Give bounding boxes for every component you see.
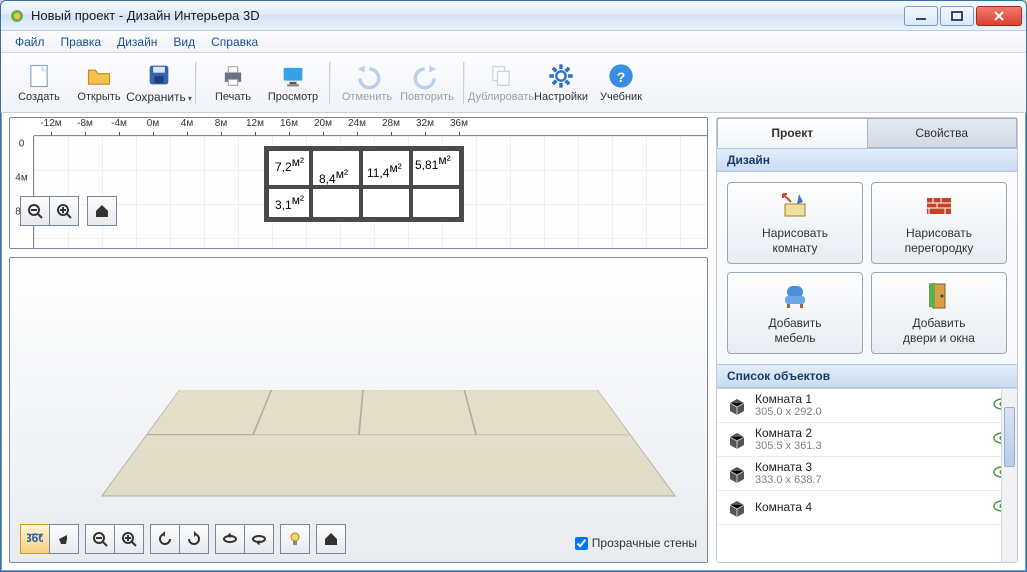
draw-partition-button[interactable]: Нарисоватьперегородку [871,182,1007,264]
tab-project[interactable]: Проект [717,118,868,148]
redo-icon [413,62,441,90]
group-objects-header: Список объектов [717,364,1017,388]
view-3d-pane[interactable]: 360 Прозрачные стены [9,257,708,563]
redo-button[interactable]: Повторить [397,57,457,109]
help-icon: ? [607,62,635,90]
menu-file[interactable]: Файл [7,33,53,51]
plan-zoom-controls [20,196,117,226]
floorplan[interactable]: 7,2м² 8,4м² 11,4м² 5,81м² 3,1м² [264,146,464,222]
draw-room-button[interactable]: Нарисоватькомнату [727,182,863,264]
menu-edit[interactable]: Правка [53,33,110,51]
close-button[interactable] [976,6,1022,26]
zoom-in-3d-button[interactable] [114,524,144,554]
rotate-right-button[interactable] [179,524,209,554]
ruler-vertical: 0 4м 8м [10,136,34,248]
svg-text:360: 360 [27,531,43,545]
menu-view[interactable]: Вид [165,33,203,51]
maximize-button[interactable] [940,6,974,26]
tilt-up-button[interactable] [244,524,274,554]
window-title: Новый проект - Дизайн Интерьера 3D [31,8,902,23]
preview-button[interactable]: Просмотр [263,57,323,109]
object-list-scrollbar[interactable] [1001,389,1017,562]
list-item[interactable]: Комната 3333.0 x 638.7 [717,457,1017,491]
view-3d-canvas[interactable] [10,258,707,562]
workarea: -12м -8м -4м 0м 4м 8м 12м 16м 20м 24м 28… [9,117,708,563]
pan-button[interactable] [49,524,79,554]
toolbar-separator [329,62,331,104]
toolbar-separator [195,62,197,104]
zoom-out-button[interactable] [20,196,50,226]
main-toolbar: Создать Открыть Сохранить▾ Печать Просмо… [1,53,1026,113]
tab-properties[interactable]: Свойства [867,118,1018,148]
gear-icon [547,62,575,90]
menu-design[interactable]: Дизайн [109,33,165,51]
list-item[interactable]: Комната 2305.5 x 361.3 [717,423,1017,457]
room-icon [727,430,747,450]
undo-button[interactable]: Отменить [337,57,397,109]
plan-canvas[interactable]: 7,2м² 8,4м² 11,4м² 5,81м² 3,1м² [34,136,707,248]
draw-room-icon [779,190,811,222]
home-view-button[interactable] [87,196,117,226]
printer-icon [219,62,247,90]
tilt-down-button[interactable] [215,524,245,554]
room-icon [727,498,747,518]
room-icon [727,464,747,484]
zoom-in-button[interactable] [49,196,79,226]
rotate-360-button[interactable]: 360 [20,524,50,554]
app-icon [9,8,25,24]
light-button[interactable] [280,524,310,554]
side-panel: Проект Свойства Дизайн Нарисоватькомнату… [716,117,1018,563]
svg-text:?: ? [617,69,626,85]
side-tabs: Проект Свойства [717,118,1017,148]
minimize-button[interactable] [904,6,938,26]
duplicate-icon [487,62,515,90]
rotate-left-button[interactable] [150,524,180,554]
save-button[interactable]: Сохранить▾ [129,57,189,109]
armchair-icon [779,280,811,312]
room-icon [727,396,747,416]
floor-3d [101,390,676,496]
ruler-horizontal: -12м -8м -4м 0м 4м 8м 12м 16м 20м 24м 28… [34,118,707,136]
brick-wall-icon [923,190,955,222]
duplicate-button[interactable]: Дублировать [471,57,531,109]
scrollbar-thumb[interactable] [1004,407,1015,467]
transparent-walls-input[interactable] [575,537,588,550]
add-furniture-button[interactable]: Добавитьмебель [727,272,863,354]
save-dropdown-icon[interactable]: ▾ [188,94,192,103]
monitor-icon [279,62,307,90]
titlebar: Новый проект - Дизайн Интерьера 3D [1,1,1026,31]
group-design-header: Дизайн [717,148,1017,172]
toolbar-separator [463,62,465,104]
new-file-icon [25,62,53,90]
print-button[interactable]: Печать [203,57,263,109]
save-icon [145,61,173,89]
design-buttons: Нарисоватькомнату Нарисоватьперегородку … [717,172,1017,364]
new-button[interactable]: Создать [9,57,69,109]
list-item[interactable]: Комната 4 [717,491,1017,525]
home-3d-button[interactable] [316,524,346,554]
undo-icon [353,62,381,90]
zoom-out-3d-button[interactable] [85,524,115,554]
object-list[interactable]: Комната 1305.0 x 292.0 Комната 2305.5 x … [717,388,1017,562]
transparent-walls-checkbox[interactable]: Прозрачные стены [575,536,697,550]
add-doors-windows-button[interactable]: Добавитьдвери и окна [871,272,1007,354]
open-button[interactable]: Открыть [69,57,129,109]
plan-2d-pane[interactable]: -12м -8м -4м 0м 4м 8м 12м 16м 20м 24м 28… [9,117,708,249]
list-item[interactable]: Комната 1305.0 x 292.0 [717,389,1017,423]
settings-button[interactable]: Настройки [531,57,591,109]
menubar: Файл Правка Дизайн Вид Справка [1,31,1026,53]
folder-open-icon [85,62,113,90]
app-window: Новый проект - Дизайн Интерьера 3D Файл … [0,0,1027,572]
view-3d-toolbar: 360 [20,524,346,554]
menu-help[interactable]: Справка [203,33,266,51]
tutorial-button[interactable]: ? Учебник [591,57,651,109]
door-icon [923,280,955,312]
